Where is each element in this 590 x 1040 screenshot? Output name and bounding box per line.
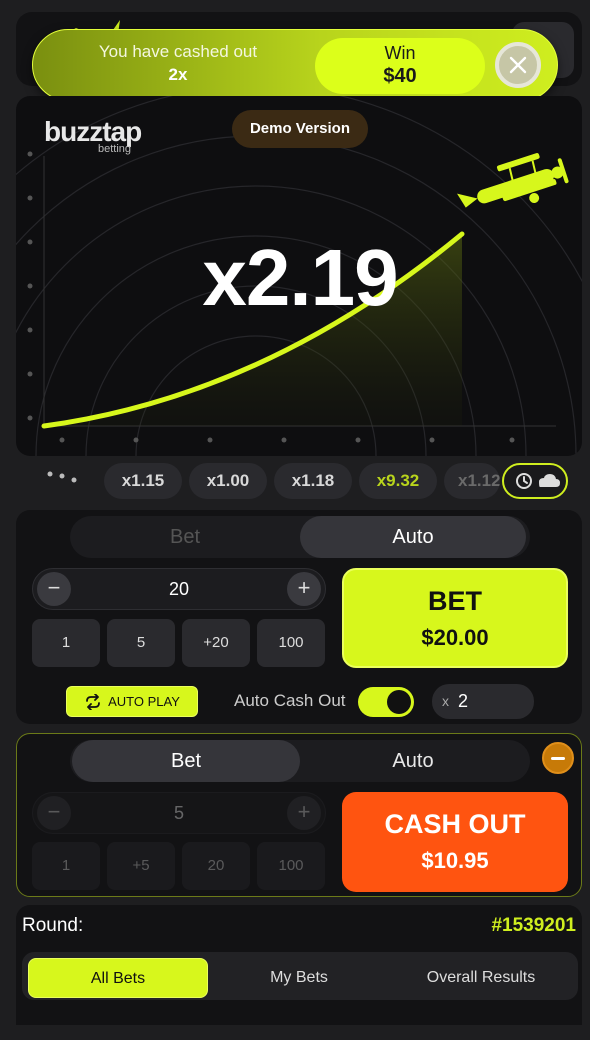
quick-amount-button[interactable]: +5 <box>107 842 175 890</box>
cash-out-button[interactable]: CASH OUT $10.95 <box>342 792 568 892</box>
bets-tabs: All Bets My Bets Overall Results <box>22 952 578 1000</box>
bet-button[interactable]: BET $20.00 <box>342 568 568 668</box>
quick-amount-button[interactable]: 100 <box>257 842 325 890</box>
history-chip[interactable]: x9.32 <box>359 463 437 499</box>
demo-badge: Demo Version <box>232 110 368 148</box>
bet-panel-2-tabs: Bet Auto <box>70 740 530 782</box>
tab-bet[interactable]: Bet <box>70 516 300 558</box>
increase-button[interactable]: + <box>287 572 321 606</box>
bet-amount-stepper: − 20 + <box>32 568 326 610</box>
cash-out-amount: $10.95 <box>421 848 489 873</box>
quick-amount-button[interactable]: 20 <box>182 842 250 890</box>
toast-win-badge: Win $40 <box>315 38 485 94</box>
auto-play-label: AUTO PLAY <box>108 694 180 709</box>
toast-message: You have cashed out <box>98 42 258 61</box>
bet-button-amount: $20.00 <box>421 625 489 650</box>
quick-amount-button[interactable]: 1 <box>32 842 100 890</box>
more-dots-icon[interactable] <box>44 466 84 490</box>
auto-cash-out-label: Auto Cash Out <box>234 691 346 710</box>
repeat-icon <box>86 693 101 710</box>
auto-cash-out-toggle[interactable] <box>358 687 414 717</box>
increase-button[interactable]: + <box>287 796 321 830</box>
cash-out-at-prefix: x <box>442 693 449 709</box>
quick-amount-button[interactable]: 5 <box>107 619 175 667</box>
current-multiplier: x2.19 <box>202 233 398 322</box>
toast-win-label: Win <box>384 43 416 63</box>
history-chip[interactable]: x1.18 <box>274 463 352 499</box>
history-chip[interactable]: x1.15 <box>104 463 182 499</box>
toast-multiplier: 2x <box>168 65 188 84</box>
tab-bet[interactable]: Bet <box>72 740 300 782</box>
bet-panel-1-tabs: Bet Auto <box>70 516 530 558</box>
tab-my-bets[interactable]: My Bets <box>208 958 390 998</box>
history-button[interactable] <box>502 463 568 499</box>
airplane-icon <box>457 153 569 208</box>
toast-win-amount: $40 <box>383 65 417 87</box>
brand-logo: buzztap betting <box>44 116 142 155</box>
bet-amount-value[interactable]: 5 <box>33 803 325 824</box>
cash-out-at-value: 2 <box>458 691 469 711</box>
history-icon <box>516 473 560 489</box>
tab-auto[interactable]: Auto <box>300 516 526 558</box>
cash-out-at-input[interactable]: x 2 <box>432 684 534 719</box>
quick-amount-button[interactable]: 1 <box>32 619 100 667</box>
tab-auto[interactable]: Auto <box>300 740 526 782</box>
history-chip[interactable]: x1.12 <box>444 463 500 499</box>
toast-message-block: You have cashed out 2x <box>33 42 323 85</box>
tab-overall-results[interactable]: Overall Results <box>390 958 572 998</box>
auto-play-button[interactable]: AUTO PLAY <box>66 686 198 717</box>
quick-amount-button[interactable]: +20 <box>182 619 250 667</box>
round-id: #1539201 <box>491 915 576 936</box>
bet-amount-stepper: − 5 + <box>32 792 326 834</box>
remove-panel-button[interactable] <box>542 742 574 774</box>
round-label: Round: <box>22 915 84 936</box>
quick-amount-button[interactable]: 100 <box>257 619 325 667</box>
tab-all-bets[interactable]: All Bets <box>28 958 208 998</box>
bet-button-title: BET <box>428 586 482 616</box>
close-icon <box>509 56 527 74</box>
cash-out-title: CASH OUT <box>384 809 526 839</box>
toast-close-button[interactable] <box>495 42 541 88</box>
history-chip[interactable]: x1.00 <box>189 463 267 499</box>
bet-amount-value[interactable]: 20 <box>33 579 325 600</box>
minus-icon <box>551 757 565 760</box>
cashout-toast: You have cashed out 2x Win $40 <box>32 29 558 101</box>
